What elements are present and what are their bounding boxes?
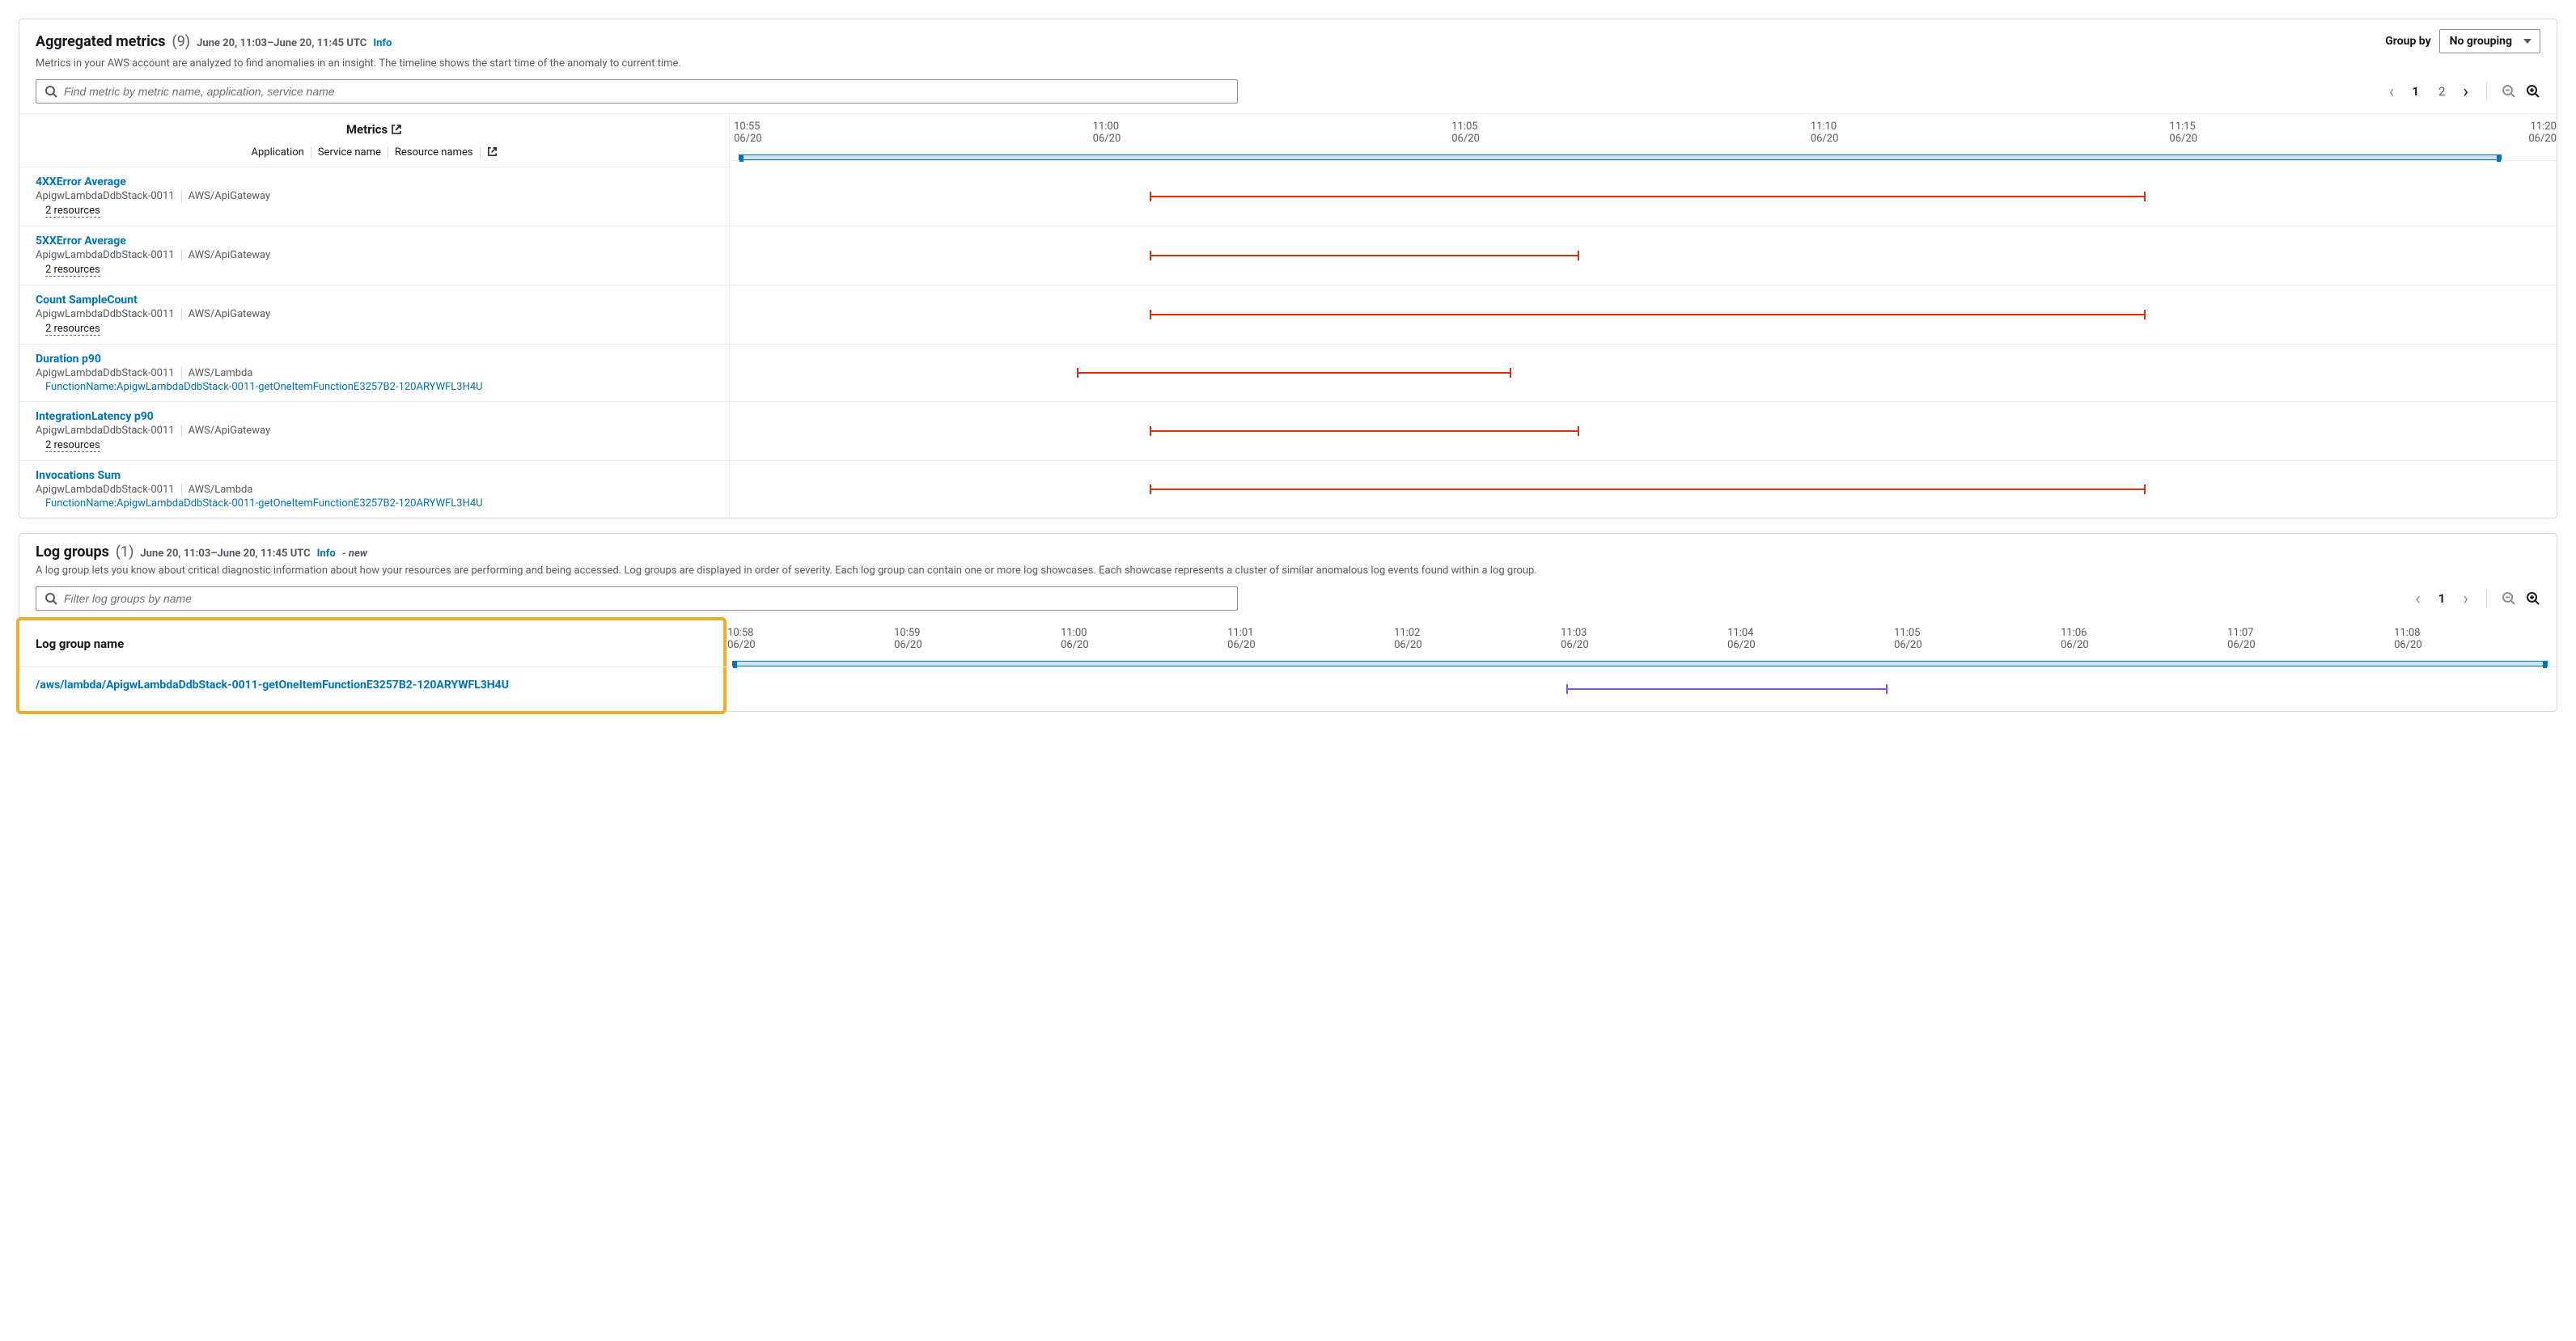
loggroups-title: Log groups — [36, 544, 109, 561]
loggroups-info-link[interactable]: Info — [317, 548, 336, 560]
loggroup-column-header: Log group name — [19, 620, 723, 667]
metric-service: AWS/ApiGateway — [189, 249, 271, 261]
metric-service: AWS/Lambda — [189, 484, 253, 496]
metric-anomaly-bar — [1150, 489, 2146, 490]
sub-header-resources: Resource names — [395, 146, 481, 159]
loggroup-anomaly-bar — [1566, 688, 1888, 690]
metric-anomaly-bar — [1150, 255, 1579, 256]
metrics-column-title: Metrics — [346, 122, 388, 137]
group-by-select[interactable]: No grouping — [2439, 29, 2540, 53]
aggregated-info-link[interactable]: Info — [373, 37, 392, 49]
aggregated-metrics-panel: Aggregated metrics (9) June 20, 11:03–Ju… — [19, 19, 2557, 518]
loggroups-search-input[interactable] — [64, 592, 1229, 605]
loggroups-search-box[interactable] — [36, 586, 1238, 611]
zoom-in-icon[interactable] — [2526, 84, 2540, 99]
loggroups-count: (1) — [116, 544, 134, 561]
metrics-prev-page[interactable]: ‹ — [2386, 82, 2398, 102]
loggroups-prev-page[interactable]: ‹ — [2412, 589, 2424, 609]
metric-resources-link[interactable]: 2 resources — [45, 205, 100, 218]
pager-separator — [2486, 589, 2487, 608]
search-icon — [44, 85, 57, 98]
metrics-page-2[interactable]: 2 — [2434, 84, 2450, 99]
zoom-in-icon[interactable] — [2526, 591, 2540, 606]
pager-separator — [2486, 82, 2487, 101]
metric-row: Count SampleCountApigwLambdaDdbStack-001… — [19, 286, 2557, 345]
metric-anomaly-bar — [1150, 196, 2146, 197]
log-groups-panel: Log groups (1) June 20, 11:03–June 20, 1… — [19, 533, 2557, 712]
metric-anomaly-bar — [1150, 314, 2146, 315]
metric-name-link[interactable]: IntegrationLatency p90 — [36, 410, 713, 423]
timeline-tick: 11:2006/20 — [2524, 121, 2557, 160]
aggregated-description: Metrics in your AWS account are analyzed… — [36, 57, 2540, 71]
zoom-out-icon[interactable] — [2502, 591, 2516, 606]
metric-name-link[interactable]: 5XXError Average — [36, 235, 713, 247]
metric-function-link[interactable]: FunctionName:ApigwLambdaDdbStack-0011-ge… — [45, 381, 655, 393]
loggroups-time-range: June 20, 11:03–June 20, 11:45 UTC — [140, 548, 310, 560]
loggroup-highlight-box: Log group name /aws/lambda/ApigwLambdaDd… — [16, 617, 727, 714]
sub-header-service: Service name — [318, 146, 388, 159]
loggroups-page-1[interactable]: 1 — [2434, 591, 2451, 606]
metric-service: AWS/ApiGateway — [189, 308, 271, 320]
metric-application: ApigwLambdaDdbStack-0011 — [36, 484, 182, 496]
metric-service: AWS/Lambda — [189, 367, 253, 379]
loggroups-range-bar[interactable] — [732, 661, 2547, 666]
metric-application: ApigwLambdaDdbStack-0011 — [36, 425, 182, 437]
metric-service: AWS/ApiGateway — [189, 190, 271, 202]
metric-application: ApigwLambdaDdbStack-0011 — [36, 367, 182, 379]
metric-resources-link[interactable]: 2 resources — [45, 323, 100, 336]
metric-name-link[interactable]: Duration p90 — [36, 353, 713, 366]
metrics-range-bar[interactable] — [739, 154, 2502, 160]
search-icon — [44, 592, 57, 605]
aggregated-title: Aggregated metrics — [36, 33, 166, 50]
loggroup-name-link[interactable]: /aws/lambda/ApigwLambdaDdbStack-0011-get… — [36, 679, 707, 692]
metric-application: ApigwLambdaDdbStack-0011 — [36, 190, 182, 202]
metric-function-link[interactable]: FunctionName:ApigwLambdaDdbStack-0011-ge… — [45, 497, 655, 510]
metric-anomaly-bar — [1077, 372, 1511, 374]
metric-application: ApigwLambdaDdbStack-0011 — [36, 249, 182, 261]
metrics-search-input[interactable] — [64, 85, 1229, 98]
group-by-value: No grouping — [2450, 35, 2512, 48]
metrics-search-box[interactable] — [36, 79, 1238, 104]
loggroups-next-page[interactable]: › — [2459, 589, 2472, 609]
metrics-next-page[interactable]: › — [2459, 82, 2472, 102]
metric-name-link[interactable]: Invocations Sum — [36, 469, 713, 482]
group-by-label: Group by — [2385, 35, 2430, 48]
metric-row: 5XXError Average ApigwLambdaDdbStack-0011… — [19, 226, 2557, 286]
metric-row: Duration p90ApigwLambdaDdbStack-0011 AWS/… — [19, 345, 2557, 402]
sub-header-application: Application — [252, 146, 311, 159]
metric-anomaly-bar — [1150, 430, 1579, 432]
metric-resources-link[interactable]: 2 resources — [45, 264, 100, 277]
metric-name-link[interactable]: Count SampleCount — [36, 294, 713, 307]
loggroups-new-badge: - new — [342, 548, 367, 560]
metrics-page-1[interactable]: 1 — [2407, 84, 2424, 99]
metric-service: AWS/ApiGateway — [189, 425, 271, 437]
loggroups-description: A log group lets you know about critical… — [36, 564, 2540, 578]
metric-name-link[interactable]: 4XXError Average — [36, 176, 713, 188]
metric-application: ApigwLambdaDdbStack-0011 — [36, 308, 182, 320]
metric-row: 4XXError Average ApigwLambdaDdbStack-0011… — [19, 167, 2557, 226]
metric-row: Invocations Sum ApigwLambdaDdbStack-0011 A… — [19, 461, 2557, 518]
metric-row: IntegrationLatency p90 ApigwLambdaDdbStac… — [19, 402, 2557, 461]
external-link-icon[interactable] — [391, 124, 402, 135]
aggregated-count: (9) — [172, 33, 191, 50]
metric-resources-link[interactable]: 2 resources — [45, 439, 100, 452]
aggregated-time-range: June 20, 11:03–June 20, 11:45 UTC — [197, 37, 366, 49]
zoom-out-icon[interactable] — [2502, 84, 2516, 99]
external-link-icon[interactable] — [487, 146, 498, 159]
